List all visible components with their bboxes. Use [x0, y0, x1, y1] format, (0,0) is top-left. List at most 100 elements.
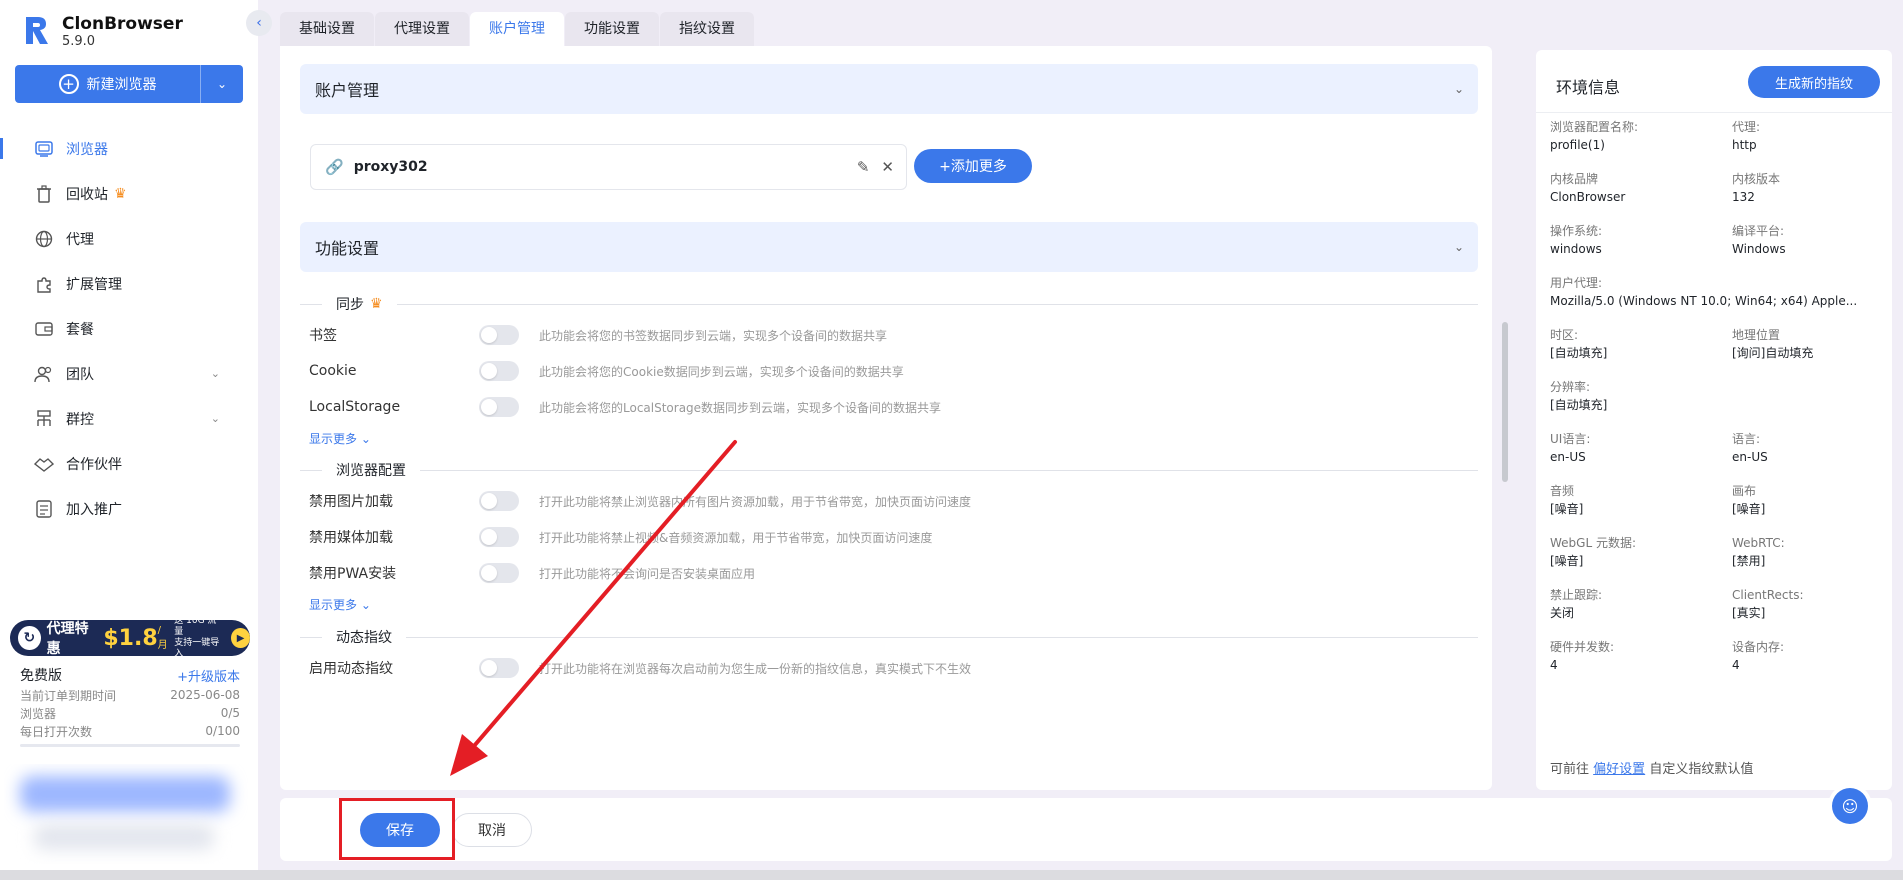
- group-title-text: 动态指纹: [336, 630, 392, 646]
- sidebar-item-referral[interactable]: 加入推广: [0, 486, 258, 531]
- env-field: 用户代理: Mozilla/5.0 (Windows NT 10.0; Win64…: [1550, 274, 1857, 310]
- user-profile-blurred[interactable]: [4, 764, 248, 864]
- sidebar-item-trash[interactable]: 回收站 ♛: [0, 171, 258, 216]
- plus-circle-icon: +: [58, 74, 79, 94]
- env-value: [噪音]: [1550, 554, 1584, 568]
- show-more-link[interactable]: 显示更多 ⌄: [309, 430, 371, 447]
- group-title-text: 同步: [336, 297, 364, 313]
- close-icon[interactable]: ✕: [881, 158, 894, 176]
- promo-icon: [34, 499, 54, 519]
- sidebar-item-group-control[interactable]: 群控 ⌄: [0, 396, 258, 441]
- tab-basic[interactable]: 基础设置: [280, 12, 374, 46]
- new-browser-button[interactable]: + 新建浏览器 ⌄: [15, 65, 243, 103]
- sidebar: ClonBrowser 5.9.0 + 新建浏览器 ⌄ 浏览器 回收站 ♛ 代理…: [0, 0, 258, 880]
- new-browser-label: 新建浏览器: [86, 77, 157, 93]
- setting-row-bookmarks: 书签 此功能会将您的书签数据同步到云端，实现多个设备间的数据共享: [309, 320, 1469, 350]
- usage-progress-bar: [20, 744, 240, 747]
- env-footer: 可前往 偏好设置 自定义指纹默认值: [1550, 758, 1753, 777]
- env-label: 设备内存:: [1732, 640, 1785, 654]
- new-browser-main[interactable]: + 新建浏览器: [15, 65, 201, 103]
- sidebar-item-extensions[interactable]: 扩展管理: [0, 261, 258, 306]
- proxy-promo-banner[interactable]: ↻ 代理特惠 $1.8 /月 送 10G 流量 支持一键导入 ▶: [10, 620, 250, 656]
- divider: [396, 303, 1478, 305]
- group-title-text: 浏览器配置: [336, 463, 406, 479]
- sidebar-item-team[interactable]: 团队 ⌄: [0, 351, 258, 396]
- setting-label: 禁用媒体加载: [309, 530, 393, 546]
- chevron-down-icon[interactable]: ⌄: [201, 77, 243, 91]
- sidebar-item-proxy[interactable]: 代理: [0, 216, 258, 261]
- env-label: 代理:: [1732, 120, 1761, 134]
- tab-features[interactable]: 功能设置: [565, 12, 659, 46]
- show-more-label: 显示更多: [309, 432, 358, 446]
- support-chat-icon[interactable]: ☺: [1832, 788, 1868, 824]
- promo-price: $1.8: [103, 625, 158, 651]
- disable-pwa-toggle[interactable]: [479, 563, 519, 583]
- blurred-content: [34, 824, 214, 850]
- preferences-link[interactable]: 偏好设置: [1593, 762, 1645, 777]
- edit-icon[interactable]: ✎: [857, 158, 870, 176]
- env-value: ClonBrowser: [1550, 190, 1626, 204]
- chevron-down-icon: ⌄: [1453, 240, 1464, 254]
- play-icon: ▶: [231, 628, 250, 648]
- plan-row-label: 浏览器: [20, 706, 57, 721]
- plan-row-label: 每日打开次数: [20, 724, 93, 739]
- sidebar-item-browser[interactable]: 浏览器: [0, 126, 258, 171]
- tab-fingerprint[interactable]: 指纹设置: [660, 12, 754, 46]
- env-label: 地理位置: [1732, 328, 1781, 342]
- env-label: 禁止跟踪:: [1550, 588, 1603, 602]
- bookmarks-toggle[interactable]: [479, 325, 519, 345]
- sidebar-item-partners[interactable]: 合作伙伴: [0, 441, 258, 486]
- brand: ClonBrowser 5.9.0: [22, 14, 183, 49]
- sidebar-item-label: 代理: [66, 231, 94, 248]
- browser-icon: [34, 139, 54, 159]
- divider: [300, 303, 322, 305]
- add-more-button[interactable]: +添加更多: [914, 149, 1032, 183]
- env-value: 4: [1550, 658, 1558, 672]
- env-label: 编译平台:: [1732, 224, 1785, 238]
- settings-tabs: 基础设置 代理设置 账户管理 功能设置 指纹设置: [280, 12, 755, 46]
- chevron-down-icon: ⌄: [1453, 82, 1464, 96]
- env-field: 内核版本 132: [1732, 170, 1780, 206]
- group-title-dynamic-fingerprint: 动态指纹: [300, 627, 1478, 647]
- env-value: 关闭: [1550, 606, 1575, 620]
- promo-sub2: 支持一键导入: [174, 638, 220, 656]
- env-field: 操作系统: windows: [1550, 222, 1602, 258]
- generate-fingerprint-button[interactable]: 生成新的指纹: [1748, 66, 1880, 98]
- disable-media-toggle[interactable]: [479, 527, 519, 547]
- env-label: 画布: [1732, 484, 1757, 498]
- plan-row-daily-opens: 每日打开次数 0/100: [20, 722, 240, 740]
- chevron-down-icon: ⌄: [210, 412, 220, 425]
- disable-images-toggle[interactable]: [479, 491, 519, 511]
- upgrade-link[interactable]: +升级版本: [177, 666, 240, 685]
- localstorage-toggle[interactable]: [479, 397, 519, 417]
- sidebar-item-label: 扩展管理: [66, 276, 122, 293]
- sidebar-item-label: 浏览器: [66, 141, 108, 158]
- cancel-button[interactable]: 取消: [452, 813, 532, 847]
- tab-proxy[interactable]: 代理设置: [375, 12, 469, 46]
- dynamic-fingerprint-toggle[interactable]: [479, 658, 519, 678]
- plan-info: 免费版 +升级版本 当前订单到期时间 2025-06-08 浏览器 0/5 每日…: [20, 664, 240, 747]
- environment-info-panel: 环境信息 生成新的指纹 浏览器配置名称: profile(1) 代理: http 内…: [1536, 50, 1892, 790]
- section-title: 账户管理: [315, 81, 380, 100]
- env-label: 时区:: [1550, 328, 1579, 342]
- scrollbar[interactable]: [1502, 322, 1508, 482]
- setting-row-disable-images: 禁用图片加载 打开此功能将禁止浏览器内所有图片资源加载，用于节省带宽，加快页面访…: [309, 486, 1469, 516]
- tab-account[interactable]: 账户管理: [470, 12, 564, 46]
- setting-label: 启用动态指纹: [309, 661, 393, 677]
- sidebar-item-plans[interactable]: 套餐: [0, 306, 258, 351]
- features-section-header[interactable]: 功能设置 ⌄: [300, 222, 1478, 272]
- puzzle-icon: [34, 274, 54, 294]
- env-label: 内核品牌: [1550, 172, 1599, 186]
- account-section-header[interactable]: 账户管理 ⌄: [300, 64, 1478, 114]
- promo-unit: /月: [157, 625, 168, 651]
- setting-row-disable-media: 禁用媒体加载 打开此功能将禁止视频&音频资源加载，用于节省带宽，加快页面访问速度: [309, 522, 1469, 552]
- collapse-sidebar-icon[interactable]: ‹: [246, 10, 272, 36]
- crown-icon: ♛: [114, 185, 127, 202]
- group-title-browser-config: 浏览器配置: [300, 460, 1478, 480]
- link-icon: 🔗: [325, 158, 344, 176]
- chevron-down-icon: ⌄: [360, 598, 371, 612]
- cookie-toggle[interactable]: [479, 361, 519, 381]
- show-more-link[interactable]: 显示更多 ⌄: [309, 596, 371, 613]
- plan-header: 免费版 +升级版本: [20, 664, 240, 686]
- sitemap-icon: [34, 409, 54, 429]
